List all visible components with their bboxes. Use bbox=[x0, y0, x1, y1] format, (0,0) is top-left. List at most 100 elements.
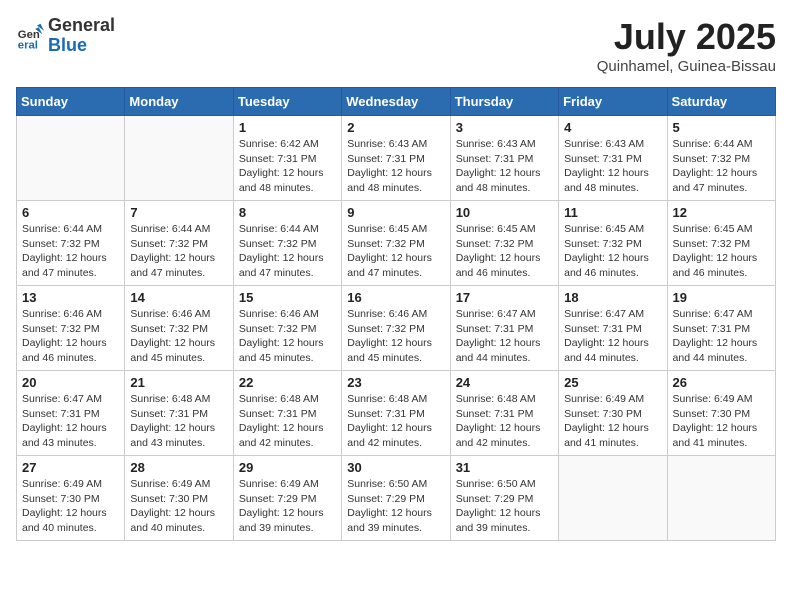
calendar-cell: 28Sunrise: 6:49 AM Sunset: 7:30 PM Dayli… bbox=[125, 456, 233, 541]
day-info: Sunrise: 6:46 AM Sunset: 7:32 PM Dayligh… bbox=[130, 307, 227, 366]
calendar-cell: 1 Sunrise: 6:42 AM Sunset: 7:31 PM Daylig… bbox=[233, 116, 341, 201]
calendar-week-row: 1 Sunrise: 6:42 AM Sunset: 7:31 PM Daylig… bbox=[17, 116, 776, 201]
weekday-header-row: SundayMondayTuesdayWednesdayThursdayFrid… bbox=[17, 88, 776, 116]
calendar-cell: 26Sunrise: 6:49 AM Sunset: 7:30 PM Dayli… bbox=[667, 371, 775, 456]
weekday-header: Wednesday bbox=[342, 88, 450, 116]
day-number: 25 bbox=[564, 375, 661, 390]
logo-icon: Gen eral bbox=[16, 22, 44, 50]
day-info: Sunrise: 6:42 AM Sunset: 7:31 PM Dayligh… bbox=[239, 137, 336, 196]
day-number: 13 bbox=[22, 290, 119, 305]
day-info: Sunrise: 6:44 AM Sunset: 7:32 PM Dayligh… bbox=[239, 222, 336, 281]
calendar-cell: 7 Sunrise: 6:44 AM Sunset: 7:32 PM Daylig… bbox=[125, 201, 233, 286]
svg-text:eral: eral bbox=[18, 39, 38, 50]
calendar-cell: 18 Sunrise: 6:47 AM Sunset: 7:31 PM Dayli… bbox=[559, 286, 667, 371]
day-info: Sunrise: 6:50 AM Sunset: 7:29 PM Dayligh… bbox=[347, 477, 444, 536]
day-info: Sunrise: 6:43 AM Sunset: 7:31 PM Dayligh… bbox=[564, 137, 661, 196]
day-info: Sunrise: 6:44 AM Sunset: 7:32 PM Dayligh… bbox=[130, 222, 227, 281]
day-info: Sunrise: 6:49 AM Sunset: 7:30 PM Dayligh… bbox=[130, 477, 227, 536]
weekday-header: Friday bbox=[559, 88, 667, 116]
calendar-cell bbox=[559, 456, 667, 541]
day-info: Sunrise: 6:46 AM Sunset: 7:32 PM Dayligh… bbox=[239, 307, 336, 366]
calendar-cell: 25 Sunrise: 6:49 AM Sunset: 7:30 PM Dayli… bbox=[559, 371, 667, 456]
calendar-cell: 24 Sunrise: 6:48 AM Sunset: 7:31 PM Dayli… bbox=[450, 371, 558, 456]
calendar-cell: 5 Sunrise: 6:44 AM Sunset: 7:32 PM Daylig… bbox=[667, 116, 775, 201]
day-info: Sunrise: 6:48 AM Sunset: 7:31 PM Dayligh… bbox=[130, 392, 227, 451]
day-number: 10 bbox=[456, 205, 553, 220]
calendar-cell: 8 Sunrise: 6:44 AM Sunset: 7:32 PM Daylig… bbox=[233, 201, 341, 286]
day-number: 8 bbox=[239, 205, 336, 220]
day-number: 24 bbox=[456, 375, 553, 390]
day-number: 27 bbox=[22, 460, 119, 475]
calendar-cell: 30 Sunrise: 6:50 AM Sunset: 7:29 PM Dayli… bbox=[342, 456, 450, 541]
day-info: Sunrise: 6:48 AM Sunset: 7:31 PM Dayligh… bbox=[456, 392, 553, 451]
calendar-cell: 11 Sunrise: 6:45 AM Sunset: 7:32 PM Dayli… bbox=[559, 201, 667, 286]
calendar-cell: 20Sunrise: 6:47 AM Sunset: 7:31 PM Dayli… bbox=[17, 371, 125, 456]
calendar-cell: 9 Sunrise: 6:45 AM Sunset: 7:32 PM Daylig… bbox=[342, 201, 450, 286]
day-number: 7 bbox=[130, 205, 227, 220]
calendar-cell: 10 Sunrise: 6:45 AM Sunset: 7:32 PM Dayli… bbox=[450, 201, 558, 286]
day-info: Sunrise: 6:44 AM Sunset: 7:32 PM Dayligh… bbox=[673, 137, 770, 196]
logo: Gen eral General Blue bbox=[16, 16, 115, 56]
day-number: 4 bbox=[564, 120, 661, 135]
calendar-cell: 22 Sunrise: 6:48 AM Sunset: 7:31 PM Dayli… bbox=[233, 371, 341, 456]
day-number: 15 bbox=[239, 290, 336, 305]
calendar-week-row: 27 Sunrise: 6:49 AM Sunset: 7:30 PM Dayli… bbox=[17, 456, 776, 541]
calendar-cell bbox=[17, 116, 125, 201]
day-info: Sunrise: 6:46 AM Sunset: 7:32 PM Dayligh… bbox=[22, 307, 119, 366]
calendar-cell: 23 Sunrise: 6:48 AM Sunset: 7:31 PM Dayli… bbox=[342, 371, 450, 456]
calendar-cell: 29Sunrise: 6:49 AM Sunset: 7:29 PM Dayli… bbox=[233, 456, 341, 541]
weekday-header: Tuesday bbox=[233, 88, 341, 116]
day-number: 1 bbox=[239, 120, 336, 135]
calendar-cell: 6Sunrise: 6:44 AM Sunset: 7:32 PM Daylig… bbox=[17, 201, 125, 286]
calendar-cell: 15 Sunrise: 6:46 AM Sunset: 7:32 PM Dayli… bbox=[233, 286, 341, 371]
calendar-week-row: 6Sunrise: 6:44 AM Sunset: 7:32 PM Daylig… bbox=[17, 201, 776, 286]
calendar-cell: 19Sunrise: 6:47 AM Sunset: 7:31 PM Dayli… bbox=[667, 286, 775, 371]
calendar-cell: 4 Sunrise: 6:43 AM Sunset: 7:31 PM Daylig… bbox=[559, 116, 667, 201]
day-info: Sunrise: 6:47 AM Sunset: 7:31 PM Dayligh… bbox=[456, 307, 553, 366]
day-number: 22 bbox=[239, 375, 336, 390]
day-number: 20 bbox=[22, 375, 119, 390]
day-number: 11 bbox=[564, 205, 661, 220]
day-number: 2 bbox=[347, 120, 444, 135]
calendar-cell bbox=[667, 456, 775, 541]
day-info: Sunrise: 6:48 AM Sunset: 7:31 PM Dayligh… bbox=[239, 392, 336, 451]
day-info: Sunrise: 6:45 AM Sunset: 7:32 PM Dayligh… bbox=[347, 222, 444, 281]
day-info: Sunrise: 6:49 AM Sunset: 7:30 PM Dayligh… bbox=[564, 392, 661, 451]
day-info: Sunrise: 6:45 AM Sunset: 7:32 PM Dayligh… bbox=[564, 222, 661, 281]
day-info: Sunrise: 6:44 AM Sunset: 7:32 PM Dayligh… bbox=[22, 222, 119, 281]
day-number: 19 bbox=[673, 290, 770, 305]
calendar-week-row: 13 Sunrise: 6:46 AM Sunset: 7:32 PM Dayli… bbox=[17, 286, 776, 371]
day-number: 18 bbox=[564, 290, 661, 305]
calendar-cell: 31 Sunrise: 6:50 AM Sunset: 7:29 PM Dayli… bbox=[450, 456, 558, 541]
calendar-cell: 3 Sunrise: 6:43 AM Sunset: 7:31 PM Daylig… bbox=[450, 116, 558, 201]
day-number: 16 bbox=[347, 290, 444, 305]
weekday-header: Saturday bbox=[667, 88, 775, 116]
weekday-header: Thursday bbox=[450, 88, 558, 116]
logo-general-text: General bbox=[48, 15, 115, 35]
title-block: July 2025 Quinhamel, Guinea-Bissau bbox=[597, 16, 776, 75]
day-info: Sunrise: 6:49 AM Sunset: 7:30 PM Dayligh… bbox=[22, 477, 119, 536]
day-number: 23 bbox=[347, 375, 444, 390]
day-info: Sunrise: 6:47 AM Sunset: 7:31 PM Dayligh… bbox=[564, 307, 661, 366]
day-info: Sunrise: 6:45 AM Sunset: 7:32 PM Dayligh… bbox=[673, 222, 770, 281]
calendar-cell: 21 Sunrise: 6:48 AM Sunset: 7:31 PM Dayli… bbox=[125, 371, 233, 456]
day-number: 30 bbox=[347, 460, 444, 475]
calendar-cell: 14Sunrise: 6:46 AM Sunset: 7:32 PM Dayli… bbox=[125, 286, 233, 371]
calendar-cell: 13 Sunrise: 6:46 AM Sunset: 7:32 PM Dayli… bbox=[17, 286, 125, 371]
day-info: Sunrise: 6:43 AM Sunset: 7:31 PM Dayligh… bbox=[456, 137, 553, 196]
day-number: 12 bbox=[673, 205, 770, 220]
day-info: Sunrise: 6:43 AM Sunset: 7:31 PM Dayligh… bbox=[347, 137, 444, 196]
day-number: 31 bbox=[456, 460, 553, 475]
calendar-cell bbox=[125, 116, 233, 201]
day-number: 5 bbox=[673, 120, 770, 135]
day-number: 9 bbox=[347, 205, 444, 220]
day-info: Sunrise: 6:49 AM Sunset: 7:29 PM Dayligh… bbox=[239, 477, 336, 536]
day-info: Sunrise: 6:48 AM Sunset: 7:31 PM Dayligh… bbox=[347, 392, 444, 451]
day-info: Sunrise: 6:50 AM Sunset: 7:29 PM Dayligh… bbox=[456, 477, 553, 536]
day-info: Sunrise: 6:45 AM Sunset: 7:32 PM Dayligh… bbox=[456, 222, 553, 281]
calendar-cell: 2 Sunrise: 6:43 AM Sunset: 7:31 PM Daylig… bbox=[342, 116, 450, 201]
month-title: July 2025 bbox=[597, 16, 776, 58]
day-number: 21 bbox=[130, 375, 227, 390]
day-number: 3 bbox=[456, 120, 553, 135]
weekday-header: Sunday bbox=[17, 88, 125, 116]
